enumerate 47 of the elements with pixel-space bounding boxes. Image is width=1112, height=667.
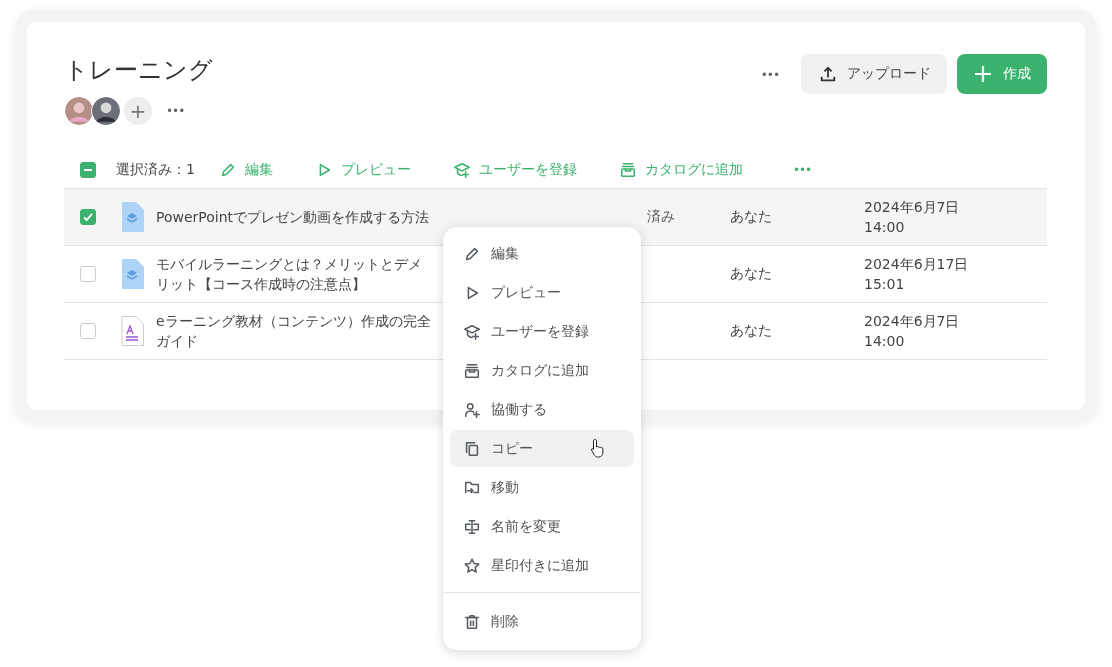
owner-text: あなた xyxy=(730,265,773,283)
trash-icon xyxy=(463,612,481,631)
more-button[interactable]: ••• xyxy=(162,102,189,120)
date-text: 2024年6月7日 xyxy=(864,312,961,331)
more-button[interactable]: ••• xyxy=(756,66,783,84)
select-all-checkbox[interactable] xyxy=(80,162,96,178)
course-file-icon xyxy=(120,259,144,289)
course-title[interactable]: eラーニング教材（コンテンツ）作成の完全ガイド xyxy=(156,311,441,351)
upload-icon xyxy=(819,65,837,83)
graduation-cap-plus-icon xyxy=(463,322,481,341)
upload-button[interactable]: アップロード xyxy=(801,54,947,94)
graduation-cap-plus-icon xyxy=(452,161,471,179)
table-row[interactable]: PowerPointでプレゼン動画を作成する方法 済み あなた 2024年6月7日 14:00 xyxy=(64,189,1047,246)
menu-item[interactable]: 星印付きに追加 xyxy=(450,547,634,584)
star-icon xyxy=(463,556,481,575)
menu-item[interactable]: ユーザーを登録 xyxy=(450,313,634,350)
course-title[interactable]: モバイルラーニングとは？メリットとデメリット【コース作成時の注意点】 xyxy=(156,254,441,294)
course-file-icon xyxy=(120,202,144,232)
menu-item[interactable]: 名前を変更 xyxy=(450,508,634,545)
document-file-icon xyxy=(120,316,144,346)
status-text: 済み xyxy=(647,208,675,224)
copy-icon xyxy=(463,439,481,458)
hand-cursor-icon xyxy=(590,438,606,458)
text-cursor-icon xyxy=(463,517,481,536)
page-title: トレーニング xyxy=(64,55,213,86)
menu-item[interactable]: 移動 xyxy=(450,469,634,506)
date-text: 2024年6月7日 xyxy=(864,198,961,217)
row-checkbox[interactable] xyxy=(80,266,96,282)
menu-item[interactable]: 協働する xyxy=(450,391,634,428)
person-plus-icon xyxy=(463,400,481,419)
course-title[interactable]: PowerPointでプレゼン動画を作成する方法 xyxy=(156,207,441,227)
time-text: 14:00 xyxy=(864,218,906,237)
tray-icon xyxy=(618,161,637,179)
time-text: 14:00 xyxy=(864,332,906,351)
avatar[interactable] xyxy=(91,96,121,126)
tray-icon xyxy=(463,361,481,380)
row-checkbox[interactable] xyxy=(80,209,96,225)
menu-item[interactable]: 削除 xyxy=(450,603,634,640)
owner-text: あなた xyxy=(730,322,773,340)
menu-item[interactable]: コピー xyxy=(450,430,634,467)
selected-count: 選択済み：1 xyxy=(116,161,195,179)
row-checkbox[interactable] xyxy=(80,323,96,339)
time-text: 15:01 xyxy=(864,275,906,294)
plus-icon xyxy=(973,64,993,84)
add-member-button[interactable]: + xyxy=(124,97,152,125)
date-text: 2024年6月17日 xyxy=(864,255,970,274)
owner-text: あなた xyxy=(730,208,773,226)
